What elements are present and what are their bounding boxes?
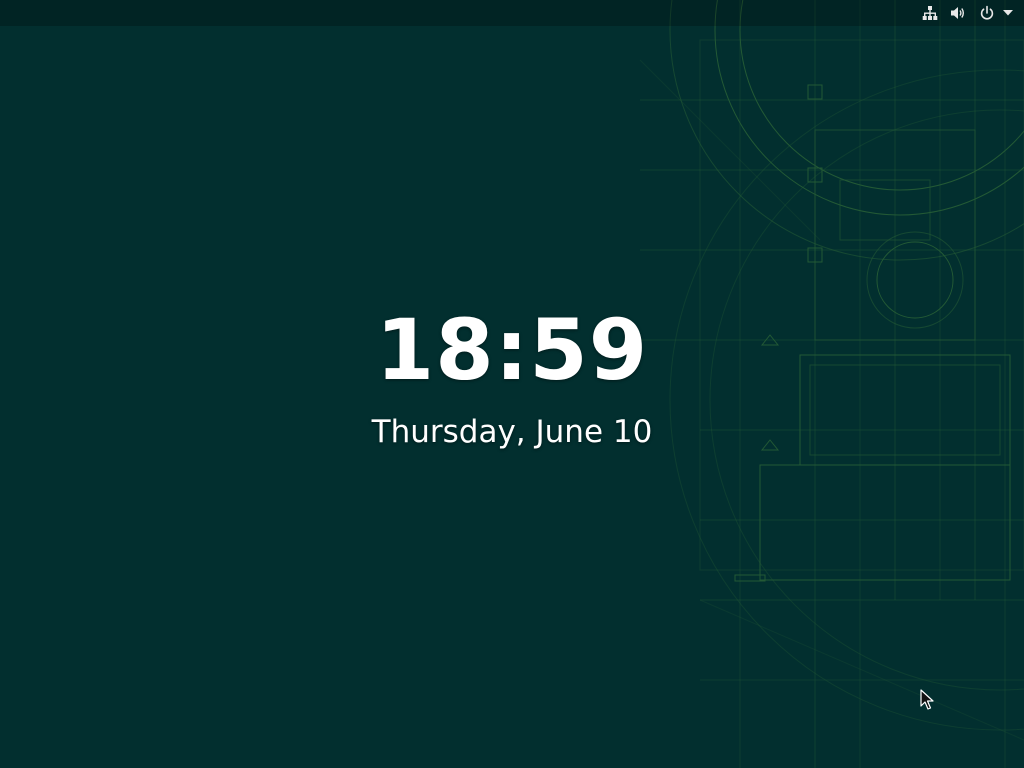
top-bar xyxy=(0,0,1024,26)
lock-screen-clock: 18:59 Thursday, June 10 xyxy=(0,300,1024,452)
mouse-pointer-icon xyxy=(920,689,934,710)
network-wired-icon[interactable] xyxy=(917,0,943,26)
volume-icon[interactable] xyxy=(945,0,971,26)
menu-arrow-icon[interactable] xyxy=(1000,0,1016,26)
clock-time: 18:59 xyxy=(375,301,649,399)
clock-date: Thursday, June 10 xyxy=(371,414,653,450)
system-status-area[interactable] xyxy=(917,0,1016,26)
power-icon[interactable] xyxy=(974,0,1000,26)
